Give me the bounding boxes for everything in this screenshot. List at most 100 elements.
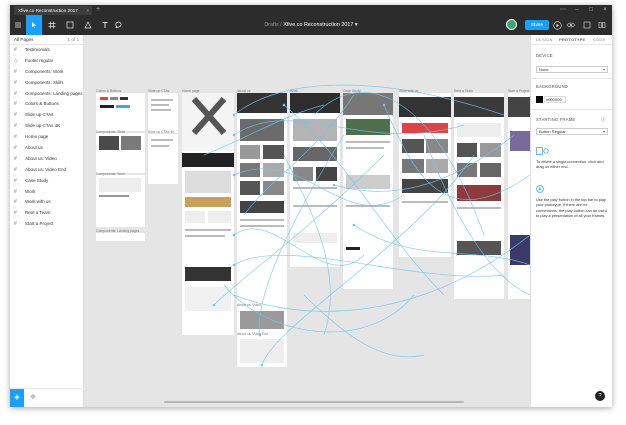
frame-label[interactable]: Rent a Team (454, 89, 473, 93)
layer-item[interactable]: # Colors & Buttons (10, 99, 83, 110)
layer-label: Rent a Team (25, 210, 51, 216)
layer-label: Case Study (25, 177, 49, 183)
layer-item[interactable]: # Start a Project (10, 219, 83, 230)
frame-label[interactable]: Components: Work (96, 172, 125, 176)
layer-item[interactable]: # Slide up CTAs (10, 110, 83, 121)
layer-item[interactable]: # Components: Work (10, 67, 83, 78)
comment-tool-icon[interactable] (112, 15, 126, 35)
zoom-icon[interactable] (581, 15, 593, 35)
layer-label: Start a Project (25, 221, 54, 227)
info-icon[interactable]: ⓘ (601, 116, 606, 123)
play-illustration-icon (536, 185, 544, 193)
user-avatar[interactable] (506, 19, 517, 30)
tab-design[interactable]: DESIGN (536, 35, 553, 44)
file-menu-caret-icon[interactable]: ▾ (355, 22, 358, 28)
page-count: 1 of 1 (67, 37, 80, 42)
horizontal-scrollbar[interactable] (164, 401, 464, 403)
layer-item[interactable]: # Home page (10, 132, 83, 143)
view-settings-icon[interactable] (565, 15, 577, 35)
frame-icon: # (14, 134, 17, 141)
starting-frame-select[interactable]: Button Regular ▾ (536, 128, 608, 135)
frame-label[interactable]: About us (237, 89, 250, 93)
layer-item[interactable]: # Components: Landing pages (10, 89, 83, 100)
frame-icon: # (14, 166, 17, 173)
layer-label: Components: Work (25, 68, 64, 74)
device-value: None (539, 67, 549, 72)
share-button[interactable]: Share (525, 20, 549, 30)
layers-toggle-icon[interactable]: ◈ (10, 389, 24, 407)
pages-header[interactable]: All Pages 1 of 1 (10, 35, 83, 45)
pen-tool-icon[interactable] (80, 15, 96, 35)
title-bar: Xfive.co Reconstruction 2017 × + ⋯ – □ × (10, 5, 612, 15)
background-hex-input[interactable]: #000000 (544, 96, 566, 103)
layer-item[interactable]: # Slide up CTAs 4K (10, 121, 83, 132)
assets-toggle-icon[interactable]: ❖ (26, 389, 40, 407)
frame-label[interactable]: Components: Landing pages (96, 229, 139, 233)
frame-label[interactable]: Colors & Buttons (96, 89, 121, 93)
frame-label[interactable]: Home page (182, 89, 200, 93)
layer-label: Work with us (25, 199, 51, 205)
breadcrumb-folder[interactable]: Drafts (264, 22, 278, 28)
move-tool-icon[interactable] (26, 15, 42, 35)
frame-icon: # (14, 112, 17, 119)
layer-item[interactable]: # About us: Video (10, 154, 83, 165)
frame-label[interactable]: Work with us (399, 89, 418, 93)
frame-icon: # (14, 221, 17, 228)
layer-item[interactable]: # Testimonials (10, 45, 83, 56)
canvas[interactable]: Colors & Buttons Components: Skills Comp… (84, 35, 530, 407)
help-button[interactable]: ? (595, 391, 605, 401)
tab-code[interactable]: CODE (593, 35, 605, 44)
breadcrumb-separator: / (280, 22, 282, 28)
divider (531, 109, 612, 110)
properties-panel: DESIGN PROTOTYPE CODE DEVICE None ▾ BACK… (530, 35, 612, 407)
delete-connection-help: To delete a single connection, click and… (536, 159, 604, 170)
present-play-icon[interactable] (551, 15, 563, 35)
frame-icon: # (14, 210, 17, 217)
frame-icon: # (14, 79, 17, 86)
layer-label: Footer regular (25, 57, 54, 63)
chevron-down-icon: ▾ (602, 67, 605, 72)
text-tool-icon[interactable] (98, 15, 112, 35)
toolbar: Drafts / Xfive.co Reconstruction 2017 ▾ … (10, 15, 612, 35)
breadcrumb-file-name[interactable]: Xfive.co Reconstruction 2017 (283, 22, 353, 28)
close-tab-icon[interactable]: × (86, 6, 89, 15)
frame-label[interactable]: Start a Project (508, 89, 529, 93)
shape-tool-icon[interactable] (62, 15, 78, 35)
chevron-down-icon: ▾ (602, 129, 605, 134)
layer-item[interactable]: # Work with us (10, 197, 83, 208)
frame-tool-icon[interactable] (44, 15, 60, 35)
layer-label: Slide up CTAs 4K (25, 123, 61, 129)
file-tab[interactable]: Xfive.co Reconstruction 2017 × (14, 6, 92, 15)
layer-item[interactable]: # Case Study (10, 176, 83, 187)
main-menu-icon[interactable] (12, 15, 24, 35)
new-tab-icon[interactable]: + (96, 5, 100, 15)
frame-icon: # (14, 177, 17, 184)
frame-label[interactable]: About us: Video End (237, 332, 268, 336)
layer-item[interactable]: # Components: Skills (10, 78, 83, 89)
close-window-icon[interactable]: × (598, 5, 612, 15)
device-select[interactable]: None ▾ (536, 66, 608, 73)
layer-label: Testimonials (25, 47, 50, 52)
frame-label[interactable]: Slide up CTAs (148, 89, 169, 93)
library-icon[interactable] (596, 15, 608, 35)
minimize-icon[interactable]: – (570, 5, 584, 15)
frame-label[interactable]: Components: Skills (96, 130, 125, 134)
maximize-icon[interactable]: □ (584, 5, 598, 15)
frame-label[interactable]: About us: Video (237, 303, 261, 307)
frame-icon: # (14, 199, 17, 206)
frame-icon: # (14, 68, 17, 75)
frame-icon: # (14, 101, 17, 108)
layer-item[interactable]: # About us: Video End (10, 165, 83, 176)
frame-label[interactable]: Work (290, 89, 298, 93)
layer-item[interactable]: # Rent a Team (10, 208, 83, 219)
layer-item[interactable]: # About us (10, 143, 83, 154)
background-color-swatch[interactable] (536, 96, 543, 103)
frame-label[interactable]: Slide up CTAs 4K (148, 130, 175, 134)
tab-prototype[interactable]: PROTOTYPE (559, 35, 585, 44)
starting-frame-value: Button Regular (539, 129, 566, 134)
frame-label[interactable]: Case Study (343, 89, 361, 93)
layer-item[interactable]: # Work (10, 187, 83, 198)
pages-title: All Pages (14, 37, 34, 42)
layer-item[interactable]: ◇ Footer regular (10, 56, 83, 67)
more-icon[interactable]: ⋯ (556, 5, 570, 15)
